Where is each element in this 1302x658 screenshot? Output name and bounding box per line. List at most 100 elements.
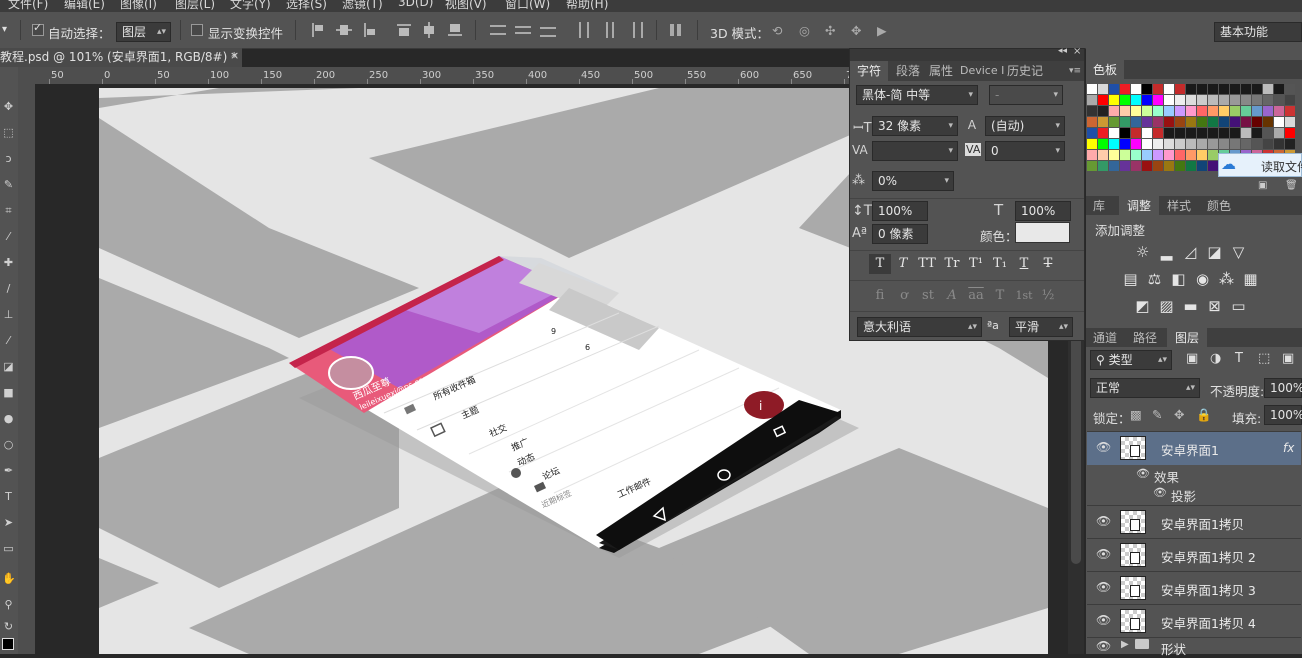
swatch-cell[interactable] <box>1131 150 1141 160</box>
quick-select-tool-icon[interactable]: ✎ <box>2 178 15 191</box>
tab-adjustments[interactable]: 调整 <box>1119 196 1159 216</box>
swatch-cell[interactable] <box>1230 106 1240 116</box>
tab-device-preview[interactable]: Device I <box>960 61 1004 81</box>
swatch-cell[interactable] <box>1131 84 1141 94</box>
swatch-cell[interactable] <box>1109 128 1119 138</box>
swatch-cell[interactable] <box>1197 139 1207 149</box>
swatch-cell[interactable] <box>1153 161 1163 171</box>
swatch-cell[interactable] <box>1285 84 1295 94</box>
swatch-cell[interactable] <box>1098 139 1108 149</box>
swatch-cell[interactable] <box>1164 161 1174 171</box>
tab-paths[interactable]: 路径 <box>1133 328 1157 348</box>
distribute-bottom-icon[interactable] <box>540 22 556 38</box>
tab-swatches[interactable]: 色板 <box>1086 60 1124 80</box>
swatch-cell[interactable] <box>1142 106 1152 116</box>
swatch-cell[interactable] <box>1241 139 1251 149</box>
swatch-cell[interactable] <box>1142 161 1152 171</box>
swatch-cell[interactable] <box>1131 117 1141 127</box>
swatch-cell[interactable] <box>1109 84 1119 94</box>
swatch-cell[interactable] <box>1197 117 1207 127</box>
auto-select-checkbox[interactable] <box>32 21 44 36</box>
fill-field[interactable]: 100% <box>1264 405 1302 425</box>
swatch-cell[interactable] <box>1219 95 1229 105</box>
close-document-icon[interactable]: × <box>230 49 239 62</box>
new-swatch-icon[interactable]: ▣ <box>1258 180 1267 191</box>
strikethrough-button[interactable]: T <box>1037 254 1059 274</box>
swatch-cell[interactable] <box>1153 117 1163 127</box>
swatch-cell[interactable] <box>1175 117 1185 127</box>
3d-scale-icon[interactable]: ▶ <box>877 23 887 38</box>
horizontal-scale-field[interactable]: 100% <box>1015 201 1071 221</box>
swatch-cell[interactable] <box>1197 84 1207 94</box>
swatch-cell[interactable] <box>1285 117 1295 127</box>
lock-all-icon[interactable]: 🔒 <box>1196 407 1212 423</box>
swatch-cell[interactable] <box>1230 128 1240 138</box>
small-caps-button[interactable]: Tr <box>941 254 963 274</box>
swatch-cell[interactable] <box>1087 139 1097 149</box>
visibility-eye-icon[interactable]: 👁 <box>1096 613 1111 627</box>
swatch-cell[interactable] <box>1208 161 1218 171</box>
tab-channels[interactable]: 通道 <box>1093 328 1117 348</box>
swatch-cell[interactable] <box>1208 84 1218 94</box>
history-brush-icon[interactable]: ⁄ <box>2 334 15 347</box>
channel-mixer-icon[interactable]: ⁂ <box>1218 271 1235 288</box>
workspace-dropdown[interactable]: 基本功能 <box>1214 22 1302 42</box>
leading-field[interactable]: (自动) ▾ <box>985 116 1065 136</box>
swatch-cell[interactable] <box>1142 150 1152 160</box>
posterize-icon[interactable]: ▨ <box>1158 298 1175 315</box>
swatch-cell[interactable] <box>1098 117 1108 127</box>
swatch-cell[interactable] <box>1263 84 1273 94</box>
visibility-eye-icon[interactable]: 👁 <box>1096 547 1111 561</box>
swatch-cell[interactable] <box>1087 117 1097 127</box>
swatch-cell[interactable] <box>1164 139 1174 149</box>
faux-bold-button[interactable]: T <box>869 254 891 274</box>
curves-icon[interactable]: ◿ <box>1182 244 1199 261</box>
swatch-cell[interactable] <box>1274 106 1284 116</box>
swatch-cell[interactable] <box>1197 161 1207 171</box>
swatch-cell[interactable] <box>1131 161 1141 171</box>
swatch-cell[interactable] <box>1164 95 1174 105</box>
language-dropdown[interactable]: 意大利语 ▴▾ <box>857 317 982 337</box>
font-style-dropdown[interactable]: - ▾ <box>989 85 1063 105</box>
swatch-cell[interactable] <box>1153 128 1163 138</box>
swatch-cell[interactable] <box>1164 84 1174 94</box>
levels-icon[interactable]: ▂ <box>1158 244 1175 261</box>
swatch-cell[interactable] <box>1142 128 1152 138</box>
subscript-button[interactable]: T₁ <box>989 254 1011 274</box>
swatch-cell[interactable] <box>1263 139 1273 149</box>
threshold-icon[interactable]: ▬ <box>1182 298 1199 315</box>
align-bottom-icon[interactable] <box>362 22 378 38</box>
zoom-tool-icon[interactable]: ⚲ <box>2 598 15 611</box>
swatch-cell[interactable] <box>1175 95 1185 105</box>
swatch-cell[interactable] <box>1120 139 1130 149</box>
swatch-cell[interactable] <box>1186 139 1196 149</box>
auto-align-icon[interactable] <box>668 22 684 38</box>
swatch-cell[interactable] <box>1252 117 1262 127</box>
marquee-tool-icon[interactable]: ⬚ <box>2 126 15 139</box>
swatch-cell[interactable] <box>1186 128 1196 138</box>
tab-properties[interactable]: 属性 <box>929 61 953 81</box>
delete-swatch-icon[interactable]: 🗑 <box>1285 180 1298 191</box>
color-lookup-icon[interactable]: ▦ <box>1242 271 1259 288</box>
swatch-cell[interactable] <box>1087 84 1097 94</box>
3d-rotate-icon[interactable]: ⟲ <box>772 23 782 38</box>
3d-roll-icon[interactable]: ◎ <box>799 23 810 38</box>
swatch-cell[interactable] <box>1274 117 1284 127</box>
swatch-cell[interactable] <box>1175 139 1185 149</box>
tab-libraries[interactable]: 库 <box>1093 196 1105 216</box>
filter-adjustment-icon[interactable]: ◑ <box>1210 351 1221 366</box>
swatch-cell[interactable] <box>1131 106 1141 116</box>
swatch-cell[interactable] <box>1274 84 1284 94</box>
tab-color[interactable]: 颜色 <box>1207 196 1231 216</box>
layer-row[interactable]: 👁 安卓界面1拷贝 <box>1087 505 1301 539</box>
swatch-cell[interactable] <box>1120 117 1130 127</box>
tool-preset-arrow[interactable]: ▾ <box>2 24 7 35</box>
swatch-cell[interactable] <box>1153 84 1163 94</box>
tab-history[interactable]: 历史记 <box>1007 61 1043 81</box>
filter-shape-icon[interactable]: ⬚ <box>1258 351 1270 366</box>
kerning-field[interactable]: ▾ <box>872 141 958 161</box>
document-tab[interactable]: 教程.psd @ 101% (安卓界面1, RGB/8#) * <box>0 48 242 67</box>
swatch-cell[interactable] <box>1109 161 1119 171</box>
text-color-swatch[interactable] <box>1015 222 1070 243</box>
swatch-cell[interactable] <box>1241 84 1251 94</box>
